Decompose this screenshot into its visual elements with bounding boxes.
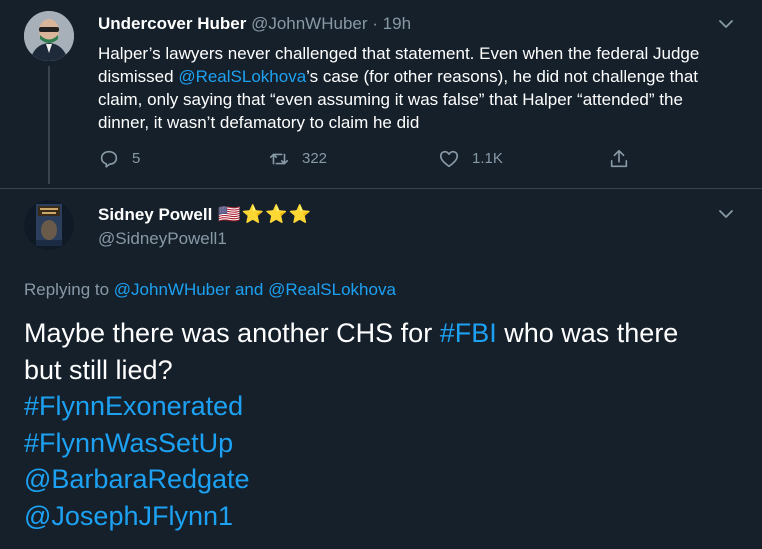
main-author-handle[interactable]: @SidneyPowell1 xyxy=(98,229,227,249)
thread-line xyxy=(48,66,50,184)
reply-icon xyxy=(100,150,118,168)
hashtag-flynnwassetup[interactable]: #FlynnWasSetUp xyxy=(24,425,744,462)
separator-dot: · xyxy=(372,14,378,33)
main-author-name[interactable]: Sidney Powell xyxy=(98,205,212,225)
parent-header: Undercover Huber @JohnWHuber · 19h xyxy=(98,14,411,34)
avatar-undercover-huber[interactable] xyxy=(24,11,74,61)
share-button[interactable] xyxy=(608,148,642,170)
author-handle[interactable]: @JohnWHuber xyxy=(251,14,367,33)
author-name[interactable]: Undercover Huber xyxy=(98,14,246,33)
parent-tweet[interactable]: Undercover Huber @JohnWHuber · 19h Halpe… xyxy=(0,0,762,189)
like-button[interactable]: 1.1K xyxy=(438,148,503,170)
main-author-line: Sidney Powell 🇺🇸⭐⭐⭐ xyxy=(98,204,312,225)
mention-barbararedgate[interactable]: @BarbaraRedgate xyxy=(24,461,744,498)
mention-johnwhuber[interactable]: @JohnWHuber xyxy=(114,280,230,299)
mention-realslokhova[interactable]: @RealSLokhova xyxy=(268,280,396,299)
replying-and: and xyxy=(230,280,269,299)
chevron-down-icon[interactable] xyxy=(716,204,736,224)
replying-to: Replying to @JohnWHuber and @RealSLokhov… xyxy=(24,280,396,300)
like-icon xyxy=(439,150,459,168)
reply-count: 5 xyxy=(132,150,141,167)
retweet-button[interactable]: 322 xyxy=(268,148,327,170)
retweet-count: 322 xyxy=(302,150,328,167)
tweet-text-part: Maybe there was another CHS for xyxy=(24,318,440,348)
tweet-line: but still lied? xyxy=(24,354,173,385)
share-icon xyxy=(610,149,628,168)
author-badge-emoji: 🇺🇸⭐⭐⭐ xyxy=(218,204,312,225)
hashtag-flynnexonerated[interactable]: #FlynnExonerated xyxy=(24,388,744,425)
tweet-text-part: who was there xyxy=(496,318,679,348)
tweet-time[interactable]: 19h xyxy=(383,14,411,33)
hashtag-fbi[interactable]: #FBI xyxy=(440,318,497,348)
tweet-line: Maybe there was another CHS for #FBI who… xyxy=(24,315,744,352)
replying-prefix: Replying to xyxy=(24,280,114,299)
main-tweet-text: Maybe there was another CHS for #FBI who… xyxy=(24,315,744,535)
like-count: 1.1K xyxy=(472,150,503,167)
retweet-icon xyxy=(269,153,289,165)
tweet-actions: 5 322 1.1K xyxy=(98,148,658,172)
parent-tweet-text: Halper’s lawyers never challenged that s… xyxy=(98,42,738,134)
chevron-down-icon[interactable] xyxy=(716,14,736,34)
reply-button[interactable]: 5 xyxy=(98,148,140,170)
avatar-sidney-powell[interactable] xyxy=(24,200,74,250)
mention-josephjflynn1[interactable]: @JosephJFlynn1 xyxy=(24,498,744,535)
mention-realslokhova[interactable]: @RealSLokhova xyxy=(178,67,306,86)
